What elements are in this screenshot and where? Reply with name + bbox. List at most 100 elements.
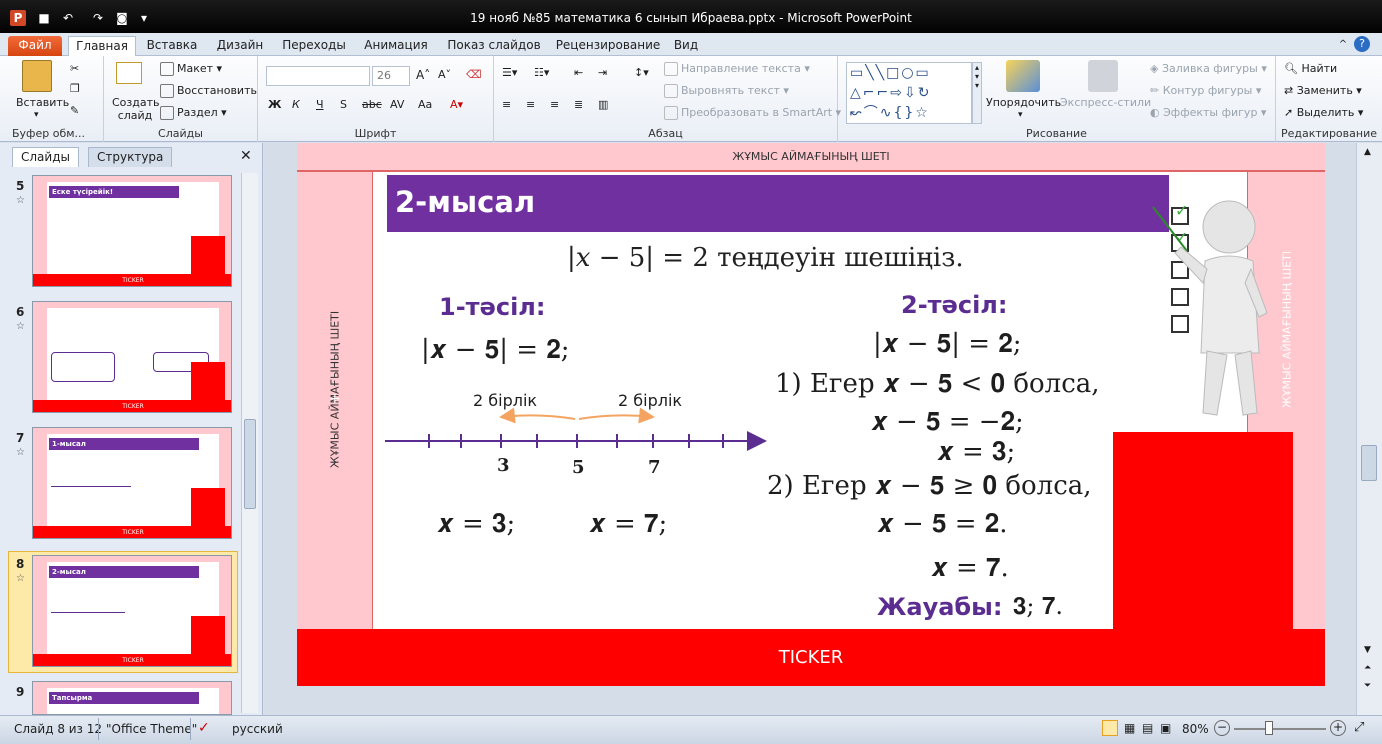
slides-pane-scroll-thumb[interactable] — [244, 419, 256, 509]
slide-thumb-8[interactable]: 2-мысал TICKER — [32, 555, 232, 667]
copy-icon[interactable]: ❐ — [70, 82, 80, 95]
help-icon[interactable]: ? — [1354, 36, 1370, 52]
align-left-icon[interactable]: ≡ — [502, 98, 511, 111]
new-slide-button[interactable]: Создать слайд — [112, 96, 160, 122]
top-margin-line — [297, 171, 1325, 172]
tab-view[interactable]: Вид — [670, 36, 702, 56]
zoom-slider-track[interactable] — [1234, 728, 1326, 730]
slide-canvas[interactable]: ЖҰМЫС АЙМАҒЫНЫҢ ШЕТІ ЖҰМЫС АЙМАҒЫНЫҢ ШЕТ… — [297, 143, 1325, 686]
normal-view-icon[interactable] — [1102, 720, 1118, 736]
arrange-dropdown-icon[interactable]: ▾ — [1018, 110, 1023, 120]
shape-fill-button[interactable]: ◈ Заливка фигуры ▾ — [1150, 62, 1267, 75]
slide-position: Слайд 8 из 12 — [14, 722, 103, 736]
language[interactable]: русский — [232, 722, 283, 736]
bold-icon[interactable]: Ж — [268, 98, 281, 111]
justify-icon[interactable]: ≣ — [574, 98, 583, 111]
shape-effects-button[interactable]: ◐ Эффекты фигур ▾ — [1150, 106, 1266, 119]
smartart-button[interactable]: Преобразовать в SmartArt ▾ — [664, 106, 841, 120]
shrink-font-icon[interactable]: A˅ — [438, 68, 451, 81]
shapes-scroll[interactable]: ▴ ▾ ▾ — [972, 62, 982, 124]
tab-animation[interactable]: Анимация — [360, 36, 432, 56]
paste-dropdown-icon[interactable]: ▾ — [34, 110, 39, 120]
case-icon[interactable]: Aa — [418, 98, 432, 111]
slide-thumb-9[interactable]: Тапсырма — [32, 681, 232, 715]
font-group-label: Шрифт — [354, 127, 397, 140]
font-name-combo[interactable] — [266, 66, 370, 86]
minimize-ribbon-icon[interactable]: ^ — [1336, 36, 1350, 56]
tab-home[interactable]: Главная — [68, 36, 136, 56]
scroll-up-icon[interactable]: ▲ — [1364, 147, 1371, 157]
fit-window-icon[interactable]: ⤢ — [1354, 720, 1364, 735]
slides-pane-scrollbar[interactable] — [241, 173, 258, 713]
tab-transitions[interactable]: Переходы — [280, 36, 348, 56]
select-button[interactable]: ➚ Выделить ▾ — [1284, 106, 1363, 119]
align-center-icon[interactable]: ≡ — [526, 98, 535, 111]
method2-line3: 𝒙 = 𝟑; — [937, 437, 1016, 467]
shape-outline-button[interactable]: ✏ Контур фигуры ▾ — [1150, 84, 1261, 97]
clear-format-icon[interactable]: ⌫ — [466, 68, 482, 81]
spellcheck-icon[interactable]: ✓ — [198, 720, 210, 736]
tab-insert[interactable]: Вставка — [144, 36, 200, 56]
slide-sorter-icon[interactable]: ▦ — [1124, 721, 1135, 735]
font-size-combo[interactable]: 26 — [372, 66, 410, 86]
underline-icon[interactable]: Ч — [316, 98, 324, 111]
next-slide-icon[interactable]: ⏷ — [1364, 681, 1371, 691]
italic-icon[interactable]: К — [292, 98, 300, 111]
status-divider — [98, 718, 99, 740]
numbering-icon[interactable]: ☷▾ — [534, 66, 549, 79]
shadow-icon[interactable]: S — [340, 98, 347, 111]
section-button[interactable]: Раздел ▾ — [160, 106, 227, 120]
tab-file[interactable]: Файл — [8, 36, 62, 56]
drawing-group: ▭╲╲□○▭ △⌐⌐⇨⇩↻ ↜⌒∿{}☆ ▴ ▾ ▾ Упорядочить ▾ Экс… — [838, 56, 1276, 142]
new-slide-icon — [116, 62, 142, 84]
format-painter-icon[interactable]: ✎ — [70, 104, 79, 117]
spacing-icon[interactable]: AV — [390, 98, 404, 111]
zoom-level[interactable]: 80% — [1182, 722, 1209, 736]
zoom-slider-thumb[interactable] — [1265, 721, 1273, 735]
line-spacing-icon[interactable]: ↕▾ — [634, 66, 649, 79]
columns-icon[interactable]: ▥ — [598, 98, 608, 111]
ribbon: Вставить ▾ ✂ ❐ ✎ Буфер обм... Создать сл… — [0, 56, 1382, 142]
prev-slide-icon[interactable]: ⏶ — [1364, 663, 1371, 673]
font-color-icon[interactable]: A▾ — [450, 98, 463, 111]
font-group: 26 A˄ A˅ ⌫ Ж К Ч S abc AV Aa A▾ Шрифт — [258, 56, 494, 142]
scroll-down-icon[interactable]: ▼ — [1364, 645, 1371, 655]
editor-scrollbar[interactable]: ▲ ▼ ⏶ ⏷ — [1356, 143, 1382, 715]
increase-indent-icon[interactable]: ⇥ — [598, 66, 607, 79]
replace-button[interactable]: ⇄ Заменить ▾ — [1284, 84, 1362, 97]
cut-icon[interactable]: ✂ — [70, 62, 79, 75]
reading-view-icon[interactable]: ▤ — [1142, 721, 1153, 735]
reset-icon — [160, 84, 174, 98]
slide-thumb-6[interactable]: TICKER — [32, 301, 232, 413]
number-line — [385, 407, 767, 451]
slideshow-icon[interactable]: ▣ — [1160, 721, 1171, 735]
grow-font-icon[interactable]: A˄ — [416, 68, 430, 82]
thumb-box — [51, 352, 115, 382]
decrease-indent-icon[interactable]: ⇤ — [574, 66, 583, 79]
tab-review[interactable]: Рецензирование — [552, 36, 664, 56]
slide-thumb-7[interactable]: 1-мысал TICKER — [32, 427, 232, 539]
replace-icon: ⇄ — [1284, 84, 1297, 97]
layout-button[interactable]: Макет ▾ — [160, 62, 222, 76]
close-pane-icon[interactable]: ✕ — [240, 148, 252, 164]
slide-thumb-5[interactable]: Еске түсірейік! TICKER — [32, 175, 232, 287]
editor-scroll-thumb[interactable] — [1361, 445, 1377, 481]
quick-styles-button[interactable]: Экспресс-стили — [1060, 96, 1151, 109]
find-button[interactable]: 🔍︎ Найти — [1284, 62, 1337, 75]
bullets-icon[interactable]: ☰▾ — [502, 66, 517, 79]
tab-slides[interactable]: Слайды — [12, 147, 79, 167]
tab-slideshow[interactable]: Показ слайдов — [444, 36, 544, 56]
paste-button[interactable]: Вставить — [16, 96, 69, 109]
arrange-button[interactable]: Упорядочить — [986, 96, 1061, 109]
tab-outline[interactable]: Структура — [88, 147, 173, 167]
align-text-button[interactable]: Выровнять текст ▾ — [664, 84, 789, 98]
replace-label: Заменить — [1296, 84, 1353, 97]
strikethrough-icon[interactable]: abc — [362, 98, 382, 111]
align-right-icon[interactable]: ≡ — [550, 98, 559, 111]
tab-design[interactable]: Дизайн — [212, 36, 268, 56]
shapes-gallery[interactable]: ▭╲╲□○▭ △⌐⌐⇨⇩↻ ↜⌒∿{}☆ — [846, 62, 972, 124]
text-direction-button[interactable]: Направление текста ▾ — [664, 62, 810, 76]
zoom-in-icon[interactable]: + — [1330, 720, 1346, 736]
reset-button[interactable]: Восстановить — [160, 84, 257, 98]
zoom-out-icon[interactable]: − — [1214, 720, 1230, 736]
